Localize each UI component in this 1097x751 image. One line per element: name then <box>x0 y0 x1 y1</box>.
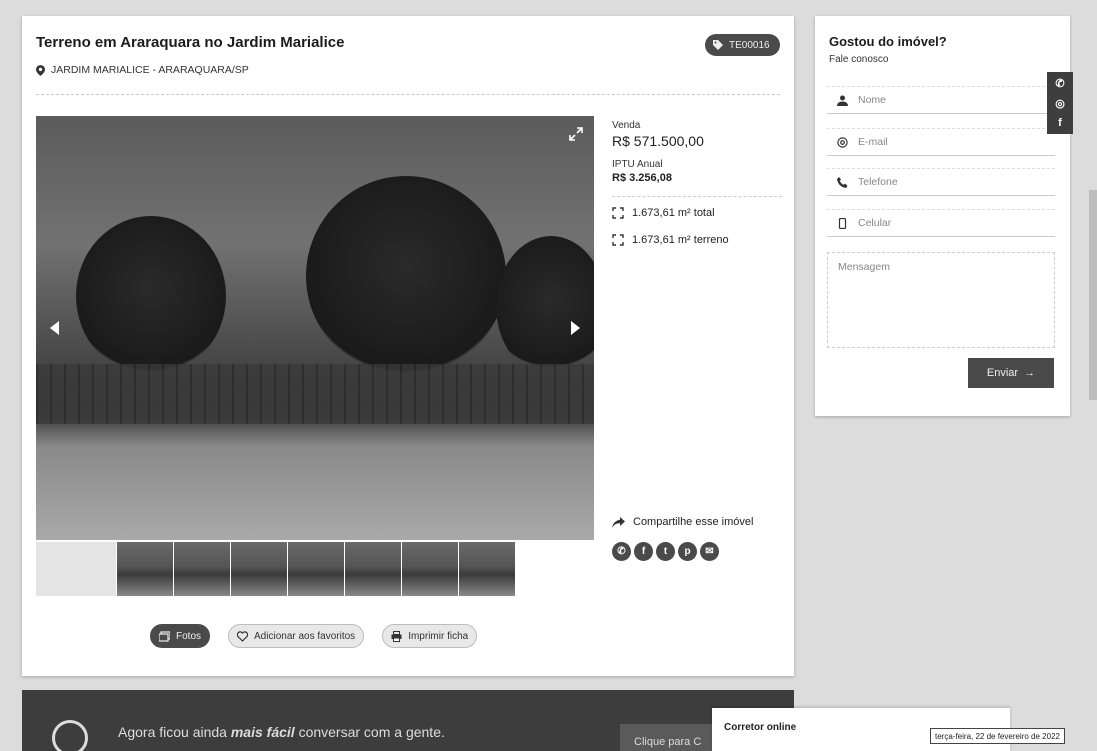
divider <box>36 94 780 95</box>
email-icon[interactable]: ✉ <box>700 542 719 561</box>
email-field[interactable]: E-mail <box>827 128 1055 156</box>
phone-placeholder: Telefone <box>858 176 898 188</box>
whatsapp-icon[interactable]: ✆ <box>1053 76 1067 90</box>
location-text: JARDIM MARIALICE - ARARAQUARA/SP <box>51 64 249 76</box>
user-icon <box>837 95 848 106</box>
banner-text-emphasis: mais fácil <box>230 724 295 740</box>
banner-text-start: Agora ficou ainda <box>118 724 231 740</box>
banner-text-end: conversar com a gente. <box>294 724 445 740</box>
sale-price: R$ 571.500,00 <box>612 133 704 149</box>
send-button-label: Enviar <box>986 367 1019 379</box>
photo-thumbnail[interactable] <box>459 542 515 596</box>
print-button-label: Imprimir ficha <box>408 630 469 642</box>
twitter-icon[interactable]: t <box>656 542 675 561</box>
photo-tree <box>76 216 226 376</box>
area-icon <box>612 234 624 246</box>
area-total-text: 1.673,61 m² total <box>632 207 715 219</box>
floating-social-bar: ✆ ◎ f <box>1047 72 1073 134</box>
expand-icon[interactable] <box>568 126 584 142</box>
mobile-icon <box>838 217 847 229</box>
mobile-field[interactable]: Celular <box>827 209 1055 237</box>
pinterest-icon[interactable]: p <box>678 542 697 561</box>
listing-title: Terreno em Araraquara no Jardim Marialic… <box>36 34 345 51</box>
main-photo[interactable] <box>36 116 594 540</box>
name-field[interactable]: Nome <box>827 86 1055 114</box>
photo-thumbnails <box>36 542 594 596</box>
arrow-right-icon: → <box>1024 367 1036 379</box>
phone-field[interactable]: Telefone <box>827 168 1055 196</box>
heart-icon <box>237 630 249 642</box>
favorite-button-label: Adicionar aos favoritos <box>254 630 356 642</box>
send-button[interactable]: Enviar → <box>968 358 1054 388</box>
listing-actions: Fotos Adicionar aos favoritos Imprimir f… <box>150 624 478 648</box>
share-arrow-icon <box>612 516 625 528</box>
message-placeholder: Mensagem <box>838 261 890 273</box>
photo-thumbnail[interactable] <box>117 542 173 596</box>
contact-card: Gostou do imóvel? Fale conosco Nome E-ma… <box>815 16 1070 416</box>
next-photo-arrow-icon[interactable] <box>571 321 580 335</box>
photo-thumbnail[interactable] <box>402 542 458 596</box>
photo-thumbnail[interactable] <box>288 542 344 596</box>
iptu-value: R$ 3.256,08 <box>612 172 672 184</box>
facebook-icon[interactable]: f <box>634 542 653 561</box>
area-total: 1.673,61 m² total <box>612 207 782 219</box>
area-land-text: 1.673,61 m² terreno <box>632 234 729 246</box>
photos-icon <box>159 630 170 642</box>
photo-tree <box>306 176 506 376</box>
contact-title: Gostou do imóvel? <box>829 34 947 49</box>
share-heading: Compartilhe esse imóvel <box>612 516 753 528</box>
scrollbar[interactable] <box>1089 190 1097 400</box>
share-buttons: ✆ f t p ✉ <box>612 542 719 561</box>
area-icon <box>612 207 624 219</box>
phone-icon <box>837 176 848 188</box>
listing-location: JARDIM MARIALICE - ARARAQUARA/SP <box>36 64 249 76</box>
phone-circle-icon <box>52 720 88 751</box>
contact-banner: Agora ficou ainda mais fácil conversar c… <box>22 690 796 751</box>
photo-fence <box>36 364 594 424</box>
facebook-icon[interactable]: f <box>1053 116 1067 130</box>
at-icon <box>837 136 848 148</box>
photos-button-label: Fotos <box>176 630 202 642</box>
share-label: Compartilhe esse imóvel <box>633 516 754 528</box>
thumbnail-placeholder <box>36 542 116 596</box>
name-placeholder: Nome <box>858 94 887 106</box>
message-field[interactable]: Mensagem <box>827 252 1055 348</box>
tag-icon <box>713 40 723 50</box>
divider <box>612 196 782 197</box>
price-panel: Venda R$ 571.500,00 IPTU Anual R$ 3.256,… <box>612 120 782 261</box>
photo-thumbnail[interactable] <box>174 542 230 596</box>
listing-card: Terreno em Araraquara no Jardim Marialic… <box>22 16 794 676</box>
mobile-placeholder: Celular <box>858 217 892 229</box>
listing-code: TE00016 <box>729 39 770 51</box>
email-placeholder: E-mail <box>858 136 888 148</box>
iptu-label: IPTU Anual <box>612 159 663 170</box>
location-pin-icon <box>36 64 45 76</box>
printer-icon <box>391 630 402 642</box>
sale-label: Venda <box>612 120 641 131</box>
favorite-button[interactable]: Adicionar aos favoritos <box>228 624 365 648</box>
prev-photo-arrow-icon[interactable] <box>50 321 59 335</box>
photo-tree <box>496 236 594 376</box>
photos-button[interactable]: Fotos <box>150 624 211 648</box>
listing-code-badge: TE00016 <box>705 34 780 56</box>
contact-subtitle: Fale conosco <box>829 54 889 65</box>
instagram-icon[interactable]: ◎ <box>1053 96 1067 110</box>
corretor-online-label: Corretor online <box>724 722 797 733</box>
area-land: 1.673,61 m² terreno <box>612 234 782 246</box>
photo-thumbnail[interactable] <box>231 542 287 596</box>
print-button[interactable]: Imprimir ficha <box>382 624 478 648</box>
photo-thumbnail[interactable] <box>345 542 401 596</box>
whatsapp-icon[interactable]: ✆ <box>612 542 631 561</box>
banner-text: Agora ficou ainda mais fácil conversar c… <box>118 724 445 740</box>
date-stamp: terça-feira, 22 de fevereiro de 2022 <box>930 728 1065 744</box>
